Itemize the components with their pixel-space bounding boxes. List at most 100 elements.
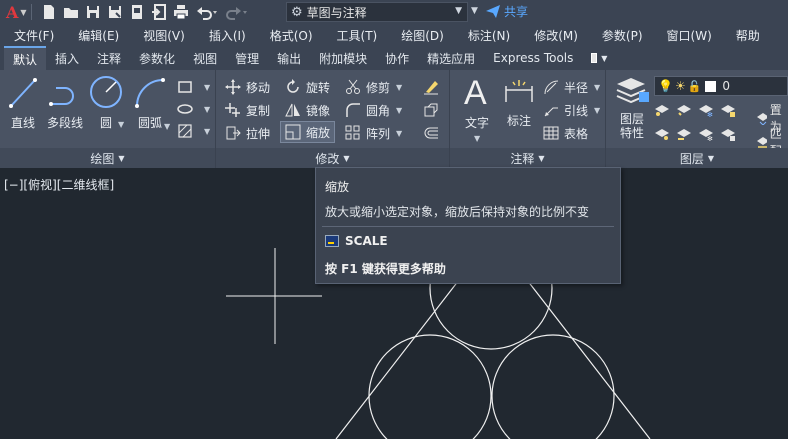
rectangle-tool[interactable]: ▼: [176, 76, 210, 98]
erase-tool[interactable]: [422, 76, 444, 98]
layer-freeze-icon: ✻: [699, 105, 713, 117]
crosshair-cursor: [226, 248, 322, 344]
trim-tool[interactable]: 修剪 ▼: [344, 76, 402, 98]
menu-view[interactable]: 视图(V): [119, 27, 185, 44]
explode-tool[interactable]: [422, 99, 444, 121]
menu-help[interactable]: 帮助: [712, 27, 760, 44]
open-folder-icon[interactable]: [62, 3, 80, 21]
line-label: 直线: [10, 116, 35, 130]
line-tool[interactable]: 直线: [6, 76, 40, 131]
save-to-web-icon[interactable]: [150, 3, 168, 21]
copy-icon: [224, 101, 242, 119]
table-tool[interactable]: 表格: [542, 122, 588, 144]
menu-parametric[interactable]: 参数(P): [578, 27, 643, 44]
ribbon-minimize-button[interactable]: ▼: [582, 46, 616, 70]
array-tool[interactable]: 阵列 ▼: [344, 122, 402, 144]
leader-tool[interactable]: 引线 ▼: [542, 99, 600, 121]
tab-featured-apps[interactable]: 精选应用: [418, 46, 484, 70]
chevron-down-icon: ▼: [118, 153, 125, 163]
menu-tools[interactable]: 工具(T): [313, 27, 378, 44]
save-as-icon[interactable]: [106, 3, 124, 21]
layer-properties-tool[interactable]: 图层 特性: [612, 74, 652, 140]
set-current-icon: [757, 113, 767, 125]
annotation-panel-title[interactable]: 注释 ▼: [450, 148, 605, 168]
tooltip-title: 缩放: [325, 180, 350, 194]
fillet-tool[interactable]: 圆角 ▼: [344, 99, 402, 121]
layer-dropdown[interactable]: 💡 ☀ 🔓 0: [654, 76, 788, 96]
menu-window[interactable]: 窗口(W): [643, 27, 712, 44]
modify-panel-title-text: 修改: [315, 151, 340, 166]
menu-edit[interactable]: 编辑(E): [54, 27, 119, 44]
save-icon[interactable]: [84, 3, 102, 21]
hatch-icon: [176, 122, 194, 140]
draw-panel-title-text: 绘图: [90, 151, 115, 166]
app-menu-caret-icon[interactable]: ▼: [20, 8, 26, 17]
share-button[interactable]: 共享: [486, 3, 528, 20]
arc-tool[interactable]: 圆弧 ▼: [132, 76, 170, 131]
new-file-icon[interactable]: [40, 3, 58, 21]
open-from-web-icon[interactable]: [128, 3, 146, 21]
ellipse-tool[interactable]: ▼: [176, 98, 210, 120]
move-tool[interactable]: 移动: [224, 76, 270, 98]
table-icon: [542, 124, 560, 142]
menu-bar: 文件(F) 编辑(E) 视图(V) 插入(I) 格式(O) 工具(T) 绘图(D…: [0, 24, 788, 46]
hatch-tool[interactable]: ▼: [176, 120, 210, 142]
chevron-down-icon: ▼: [601, 53, 608, 63]
copy-label: 复制: [246, 103, 271, 118]
plot-icon[interactable]: [172, 3, 190, 21]
undo-icon[interactable]: [194, 3, 220, 21]
eraser-icon: [422, 78, 440, 96]
gear-icon: ⚙: [291, 4, 303, 20]
tab-addins[interactable]: 附加模块: [310, 46, 376, 70]
draw-panel-title[interactable]: 绘图 ▼: [0, 148, 215, 168]
tab-insert[interactable]: 插入: [46, 46, 88, 70]
viewport-controls-label[interactable]: [−][俯视][二维线框]: [4, 176, 114, 193]
dimension-tool[interactable]: 标注: [502, 76, 536, 129]
radius-icon: [542, 78, 560, 96]
menu-draw[interactable]: 绘图(D): [377, 27, 444, 44]
layer-lock-icon: [721, 105, 735, 117]
rotate-icon: [284, 78, 302, 96]
separator: [30, 4, 32, 20]
menu-file[interactable]: 文件(F): [0, 27, 54, 44]
polyline-tool[interactable]: 多段线: [44, 76, 86, 131]
menu-dimension[interactable]: 标注(N): [444, 27, 510, 44]
chevron-down-icon: ▼: [204, 82, 211, 92]
circle-label: 圆: [99, 116, 112, 130]
tab-view[interactable]: 视图: [184, 46, 226, 70]
offset-tool[interactable]: [422, 122, 444, 144]
tab-manage[interactable]: 管理: [226, 46, 268, 70]
chevron-down-icon: ▼: [343, 153, 350, 163]
workspace-dropdown[interactable]: ⚙ 草图与注释 ▼: [286, 2, 468, 22]
radius-tool[interactable]: 半径 ▼: [542, 76, 600, 98]
tab-annotate[interactable]: 注释: [88, 46, 130, 70]
array-label: 阵列: [366, 126, 391, 141]
tab-express-tools[interactable]: Express Tools: [484, 46, 582, 70]
modify-panel-title[interactable]: 修改 ▼: [216, 148, 449, 168]
polyline-label: 多段线: [46, 116, 83, 130]
app-menu-button[interactable]: A: [6, 3, 18, 22]
stretch-tool[interactable]: 拉伸: [224, 122, 270, 144]
redo-icon[interactable]: [224, 3, 250, 21]
menu-format[interactable]: 格式(O): [246, 27, 313, 44]
tab-collaborate[interactable]: 协作: [376, 46, 418, 70]
copy-tool[interactable]: 复制: [224, 99, 270, 121]
tab-output[interactable]: 输出: [268, 46, 310, 70]
ellipse-icon: [176, 100, 194, 118]
svg-text:✻: ✻: [707, 111, 713, 117]
chevron-down-icon: ▼: [455, 6, 462, 16]
scale-tool[interactable]: 缩放: [280, 121, 336, 143]
rotate-tool[interactable]: 旋转: [284, 76, 330, 98]
tab-parametric[interactable]: 参数化: [130, 46, 184, 70]
tab-home[interactable]: 默认: [4, 46, 47, 70]
layers-panel-title[interactable]: 图层 ▼: [606, 148, 788, 168]
text-tool[interactable]: A 文字 ▼: [460, 74, 494, 143]
mirror-tool[interactable]: 镜像: [284, 99, 330, 121]
send-icon: [486, 5, 500, 18]
menu-insert[interactable]: 插入(I): [185, 27, 246, 44]
customize-toolbar-icon[interactable]: ▼: [471, 6, 478, 16]
menu-modify[interactable]: 修改(M): [510, 27, 578, 44]
circle-tool[interactable]: 圆 ▼: [88, 74, 124, 131]
command-line-icon: [325, 235, 339, 247]
modify-panel: 移动 旋转 修剪 ▼ 复制 镜像 圆角 ▼ 拉伸 缩放 阵列 ▼ 修改 ▼: [216, 70, 450, 168]
